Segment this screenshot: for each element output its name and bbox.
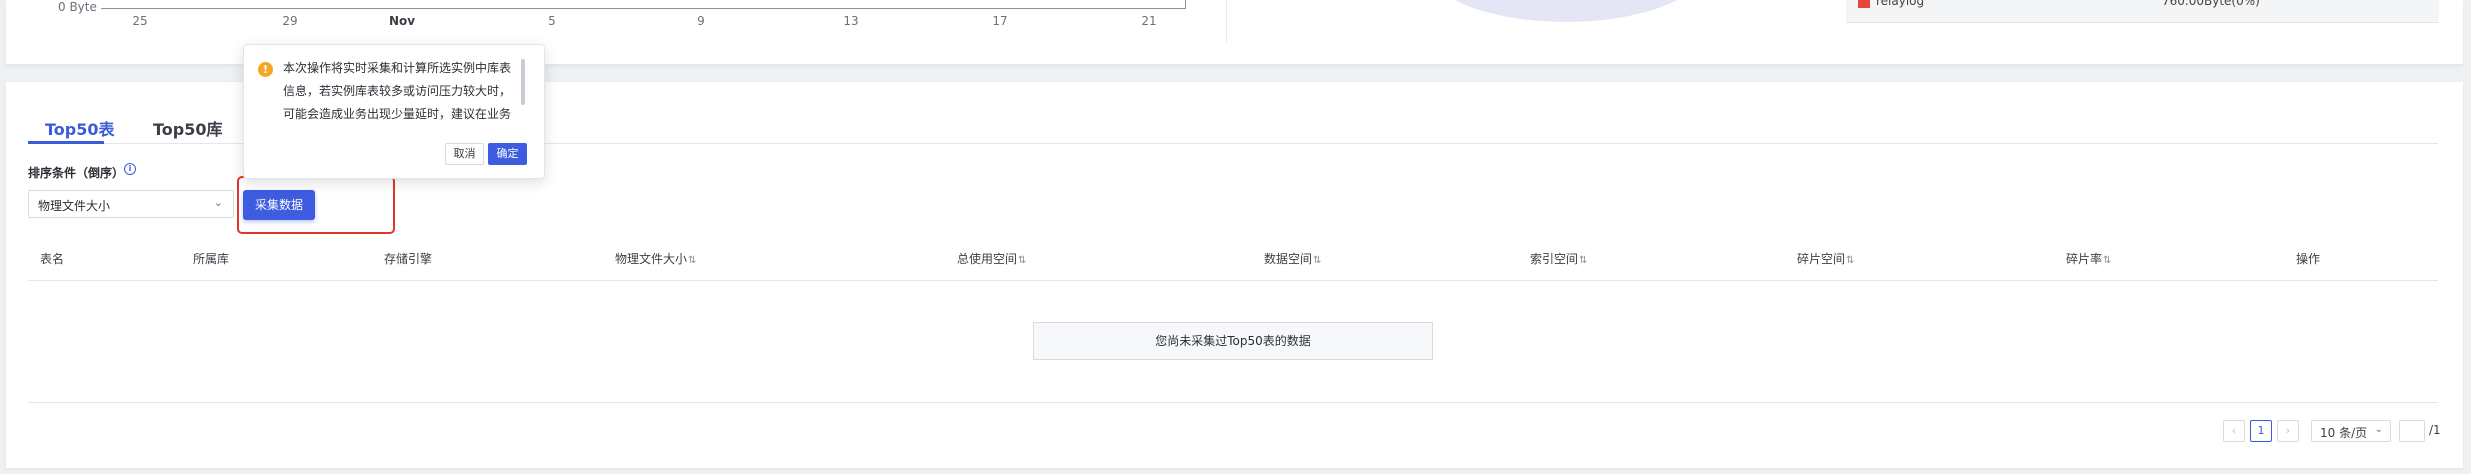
page-size-select[interactable]: 10 条/页 ⌄ [2311, 420, 2391, 442]
page-size-value: 10 条/页 [2320, 426, 2368, 440]
confirm-button[interactable]: 确定 [488, 143, 527, 165]
table-bottom-divider [28, 402, 2438, 403]
tab-top50-databases[interactable]: Top50库 [153, 116, 223, 140]
x-tick-label: 29 [282, 14, 298, 28]
column-header-physical-size[interactable]: 物理文件大小⇅ [615, 250, 696, 267]
sort-icon[interactable]: ⇅ [1313, 255, 1321, 266]
column-header-database: 所属库 [193, 252, 230, 266]
column-header-engine: 存储引擎 [384, 252, 433, 266]
page-total: /1 [2429, 423, 2441, 437]
legend-label: relaylog [1876, 0, 1925, 8]
x-tick-label: 25 [132, 14, 148, 28]
column-header-data-space[interactable]: 数据空间⇅ [1264, 250, 1321, 267]
legend-swatch [1858, 0, 1870, 8]
sort-icon[interactable]: ⇅ [1846, 255, 1854, 266]
legend-row: relaylog 760.00Byte(0%) [1846, 0, 2439, 23]
chart-right-edge [1185, 0, 1186, 9]
column-header-fragment-rate[interactable]: 碎片率⇅ [2066, 250, 2111, 267]
sort-icon[interactable]: ⇅ [1018, 255, 1026, 266]
chevron-down-icon: ⌄ [2374, 424, 2383, 435]
sort-icon[interactable]: ⇅ [688, 255, 696, 266]
x-tick-label: 5 [548, 14, 556, 28]
tab-top50-tables[interactable]: Top50表 [45, 116, 115, 140]
highlight-frame [237, 176, 395, 234]
column-header-table-name: 表名 [40, 252, 65, 266]
prev-page-button[interactable]: ‹ [2223, 420, 2245, 442]
x-tick-label: Nov [388, 14, 416, 28]
sort-icon[interactable]: ⇅ [1579, 255, 1587, 266]
goto-page-input[interactable] [2399, 420, 2425, 442]
popover-scrollbar[interactable] [521, 59, 525, 105]
popover-message: 本次操作将实时采集和计算所选实例中库表信息，若实例库表较多或访问压力较大时，可能… [283, 61, 512, 121]
table-header-divider [28, 280, 2438, 281]
cancel-button[interactable]: 取消 [445, 143, 484, 165]
next-page-button[interactable]: › [2277, 420, 2299, 442]
x-tick-label: 21 [1141, 14, 1157, 28]
sort-select-value: 物理文件大小 [38, 199, 111, 213]
sort-condition-label: 排序条件（倒序） [28, 166, 125, 180]
x-tick-label: 17 [992, 14, 1008, 28]
warning-icon: ! [258, 62, 273, 77]
legend-value: 760.00Byte(0%) [2162, 0, 2260, 8]
column-header-fragment-space[interactable]: 碎片空间⇅ [1797, 250, 1854, 267]
sort-icon[interactable]: ⇅ [2103, 255, 2111, 266]
x-axis-line [101, 8, 1186, 9]
chevron-down-icon: ⌄ [213, 196, 223, 209]
y-axis-label: 0 Byte [58, 0, 97, 14]
empty-state: 您尚未采集过Top50表的数据 [1033, 322, 1433, 360]
column-header-index-space[interactable]: 索引空间⇅ [1530, 250, 1587, 267]
confirm-popover: ! 本次操作将实时采集和计算所选实例中库表信息，若实例库表较多或访问压力较大时，… [243, 44, 545, 179]
pie-chart [1426, 0, 1706, 22]
info-icon[interactable]: i [124, 163, 136, 175]
column-header-total-space[interactable]: 总使用空间⇅ [957, 250, 1026, 267]
x-tick-label: 9 [697, 14, 705, 28]
sort-select[interactable]: 物理文件大小 ⌄ [28, 190, 234, 218]
panel-divider [1226, 0, 1227, 42]
active-tab-indicator [28, 141, 104, 144]
page-number-button[interactable]: 1 [2250, 420, 2272, 442]
column-header-actions: 操作 [2296, 252, 2321, 266]
x-tick-label: 13 [843, 14, 859, 28]
